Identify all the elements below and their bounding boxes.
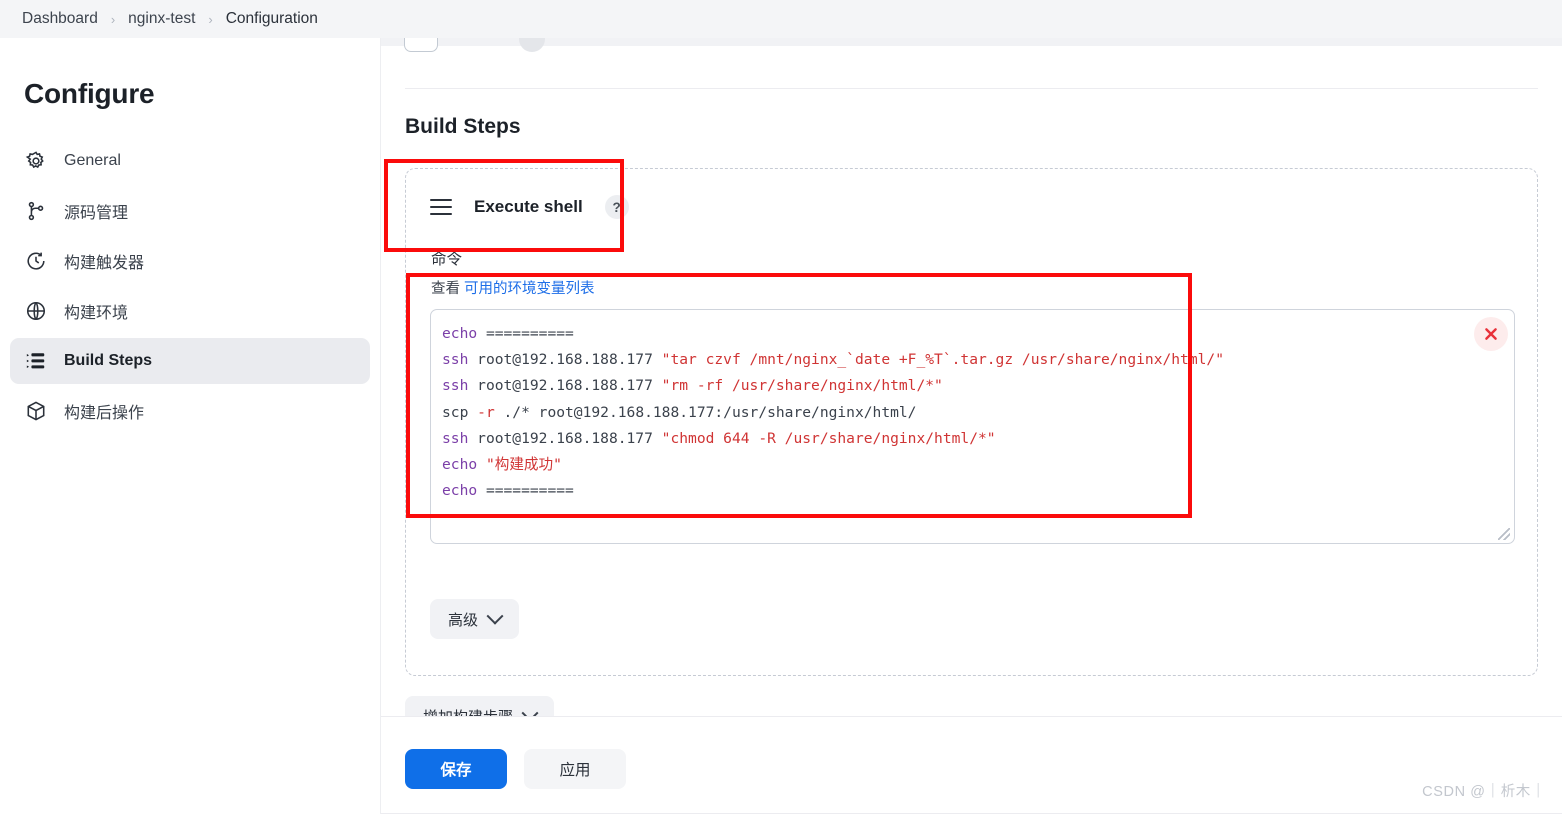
section-title: Build Steps	[405, 115, 521, 138]
globe-icon	[24, 299, 48, 323]
section-divider	[405, 88, 1538, 89]
sidebar-item-label: Build Steps	[64, 352, 153, 369]
code-line: scp -r ./* root@192.168.188.177:/usr/sha…	[442, 403, 917, 421]
sidebar-nav: General 源码管理 构建触发器 构建环境 Build Steps 构建后操…	[0, 138, 380, 434]
breadcrumb: Dashboard › nginx-test › Configuration	[0, 0, 1562, 38]
sidebar-item-label: 构建环境	[64, 305, 129, 322]
close-icon	[1485, 328, 1497, 340]
sidebar-item-label: 构建触发器	[64, 255, 145, 272]
breadcrumb-item-dashboard[interactable]: Dashboard	[22, 10, 98, 28]
clock-icon	[24, 249, 48, 273]
sidebar-item-source-management[interactable]: 源码管理	[10, 188, 370, 234]
sidebar-item-build-environment[interactable]: 构建环境	[10, 288, 370, 334]
hint-prefix: 查看	[431, 281, 465, 297]
advanced-label: 高级	[448, 611, 479, 629]
delete-build-step-button[interactable]	[1474, 317, 1508, 351]
code-line: echo ==========	[442, 482, 574, 500]
source-branch-icon	[24, 199, 48, 223]
sidebar-item-label: 源码管理	[64, 205, 129, 222]
main-content: Build Steps Execute shell ? 命令 查看 可用的环境变…	[381, 38, 1562, 814]
environment-variables-hint: 查看 可用的环境变量列表	[431, 277, 595, 298]
cutoff-round-widget[interactable]	[519, 38, 545, 52]
build-step-name: Execute shell	[474, 197, 583, 216]
sidebar-item-label: 构建后操作	[64, 405, 145, 422]
list-icon	[24, 349, 48, 373]
cutoff-input-widget[interactable]	[404, 38, 438, 52]
sidebar-item-build-steps[interactable]: Build Steps	[10, 338, 370, 384]
sidebar-item-build-triggers[interactable]: 构建触发器	[10, 238, 370, 284]
resize-handle[interactable]	[1498, 528, 1510, 540]
code-line: ssh root@192.168.188.177 "tar czvf /mnt/…	[442, 351, 1224, 369]
code-line: ssh root@192.168.188.177 "rm -rf /usr/sh…	[442, 377, 943, 395]
sidebar-item-post-build-actions[interactable]: 构建后操作	[10, 388, 370, 434]
code-line: echo ==========	[442, 325, 574, 342]
watermark: CSDN @｜析木｜	[1422, 784, 1546, 800]
advanced-button[interactable]: 高级	[430, 599, 520, 639]
breadcrumb-item-configuration[interactable]: Configuration	[226, 10, 318, 28]
environment-variables-link[interactable]: 可用的环境变量列表	[464, 281, 595, 297]
sidebar-item-general[interactable]: General	[10, 138, 370, 184]
apply-button[interactable]: 应用	[524, 749, 626, 789]
code-line: ssh root@192.168.188.177 "chmod 644 -R /…	[442, 429, 996, 447]
hamburger-drag-icon[interactable]	[430, 199, 452, 215]
page-title: Configure	[24, 78, 155, 109]
command-textarea[interactable]: echo ========== ssh root@192.168.188.177 …	[430, 309, 1515, 544]
breadcrumb-separator-icon: ›	[208, 11, 213, 27]
gear-icon	[24, 149, 48, 173]
code-line: echo "构建成功"	[442, 456, 562, 474]
package-icon	[24, 399, 48, 423]
command-field-label: 命令	[431, 251, 463, 268]
breadcrumb-item-project[interactable]: nginx-test	[128, 10, 195, 28]
page-root: Dashboard › nginx-test › Configuration C…	[0, 0, 1562, 814]
sidebar-item-label: General	[64, 152, 121, 169]
breadcrumb-separator-icon: ›	[110, 11, 116, 27]
command-code-body: echo ========== ssh root@192.168.188.177 …	[442, 321, 1514, 504]
sidebar: Configure General 源码管理 构建触发器 构建环境 Build …	[0, 38, 381, 814]
build-step-card: Execute shell ? 命令 查看 可用的环境变量列表 echo ===…	[405, 168, 1538, 676]
help-button[interactable]: ?	[604, 195, 629, 219]
top-strip	[381, 38, 1562, 46]
build-step-header: Execute shell ?	[406, 169, 1537, 219]
save-button[interactable]: 保存	[405, 749, 507, 789]
form-footer: 保存 应用	[381, 716, 1562, 814]
chevron-down-icon	[486, 607, 504, 625]
